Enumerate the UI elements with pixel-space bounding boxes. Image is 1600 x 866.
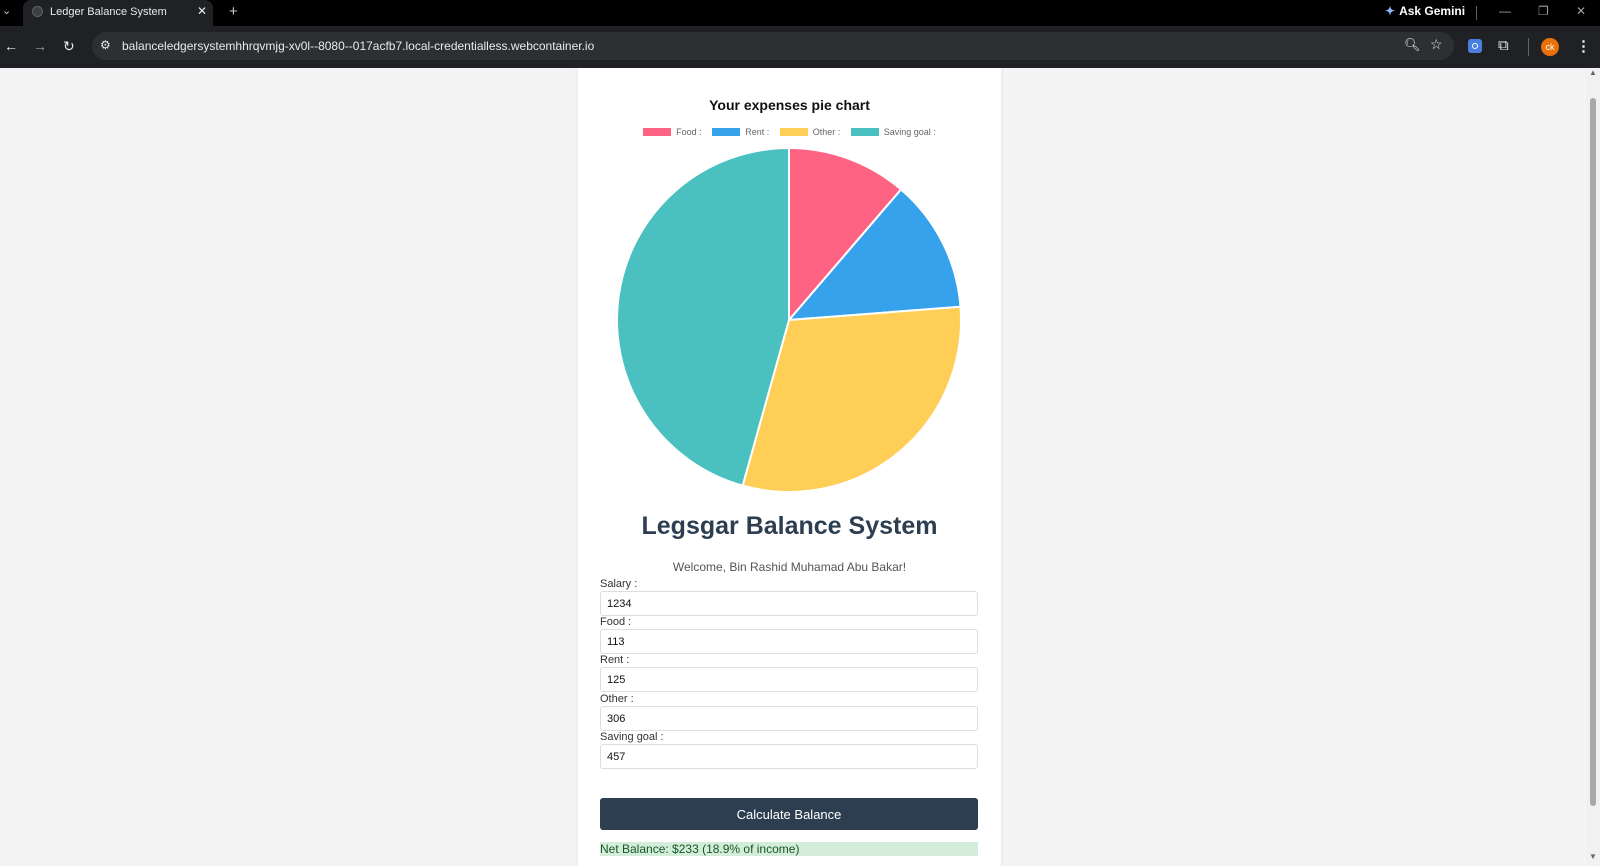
extension-icon[interactable] [1468, 39, 1482, 53]
divider [1476, 6, 1477, 20]
expenses-pie-chart[interactable] [613, 144, 965, 496]
legend-item-rent[interactable]: Rent : [712, 127, 769, 137]
zoom-icon[interactable]: 🔍︎ [1404, 37, 1421, 53]
legend-swatch [779, 128, 808, 136]
rent-input[interactable] [600, 667, 978, 692]
site-settings-icon[interactable]: ⚙ [100, 38, 111, 52]
food-label: Food : [600, 616, 632, 628]
saving-goal-input[interactable] [600, 744, 978, 769]
extensions-puzzle-icon[interactable]: ⧉ [1498, 37, 1509, 54]
gemini-icon: ✦ [1385, 4, 1396, 18]
new-tab-icon[interactable]: + [229, 3, 238, 20]
url-text[interactable]: balanceledgersystemhhrqvmjg-xv0l--8080--… [122, 39, 594, 53]
close-tab-icon[interactable]: ✕ [197, 4, 207, 18]
welcome-message: Welcome, Bin Rashid Muhamad Abu Bakar! [672, 560, 907, 574]
net-balance-result: Net Balance: $233 (18.9% of income) [600, 842, 978, 856]
rent-label: Rent : [600, 654, 630, 666]
salary-input[interactable] [600, 591, 978, 616]
legend-swatch [643, 128, 672, 136]
page-scrollbar[interactable]: ▲ ▼ [1586, 68, 1600, 866]
more-menu-icon[interactable]: ⋮ [1576, 37, 1591, 55]
legend-swatch [712, 128, 741, 136]
other-field: Other : [600, 692, 978, 731]
bookmark-star-icon[interactable]: ☆ [1430, 36, 1443, 53]
profile-avatar[interactable]: ck [1541, 38, 1559, 56]
restore-icon[interactable]: ❐ [1538, 4, 1549, 18]
page-viewport: Your expenses pie chart Food : Rent : Ot… [0, 68, 1586, 866]
back-icon[interactable]: ← [4, 38, 18, 54]
ask-gemini-label: Ask Gemini [1399, 4, 1466, 18]
rent-field: Rent : [600, 653, 978, 692]
saving-goal-label: Saving goal : [600, 731, 664, 743]
chart-legend: Food : Rent : Other : Saving goal : [578, 127, 1001, 137]
globe-icon [32, 6, 43, 17]
food-field: Food : [600, 615, 978, 654]
legend-label: Rent : [745, 127, 770, 137]
legend-item-food[interactable]: Food : [643, 127, 702, 137]
scroll-up-icon[interactable]: ▲ [1589, 68, 1597, 77]
tab-search-chevron-icon[interactable]: ⌄ [2, 4, 11, 17]
scroll-down-icon[interactable]: ▼ [1589, 852, 1597, 861]
browser-toolbar: ← → ↻ ⚙ balanceledgersystemhhrqvmjg-xv0l… [0, 26, 1600, 68]
legend-label: Other : [812, 127, 841, 137]
legend-item-saving-goal[interactable]: Saving goal : [850, 127, 936, 137]
legend-label: Saving goal : [883, 127, 936, 137]
salary-field: Salary : [600, 577, 978, 616]
browser-tab[interactable]: Ledger Balance System ✕ [23, 0, 213, 26]
address-bar[interactable]: ⚙ balanceledgersystemhhrqvmjg-xv0l--8080… [92, 32, 1454, 60]
food-input[interactable] [600, 629, 978, 654]
close-window-icon[interactable]: ✕ [1576, 4, 1586, 18]
scrollbar-thumb[interactable] [1590, 98, 1596, 806]
forward-icon[interactable]: → [33, 38, 47, 54]
saving-goal-field: Saving goal : [600, 730, 978, 769]
reload-icon[interactable]: ↻ [63, 38, 75, 55]
ask-gemini-button[interactable]: ✦ Ask Gemini [1385, 4, 1465, 18]
legend-swatch [850, 128, 879, 136]
salary-label: Salary : [600, 578, 638, 590]
page-title: Legsgar Balance System [641, 512, 938, 540]
chart-title: Your expenses pie chart [709, 97, 870, 113]
minimize-icon[interactable]: — [1499, 4, 1511, 18]
legend-label: Food : [676, 127, 702, 137]
calculate-balance-button[interactable]: Calculate Balance [600, 798, 978, 830]
legend-item-other[interactable]: Other : [779, 127, 841, 137]
other-label: Other : [600, 693, 634, 705]
divider [1528, 38, 1529, 56]
other-input[interactable] [600, 706, 978, 731]
app-container: Your expenses pie chart Food : Rent : Ot… [578, 68, 1001, 866]
tab-strip: ⌄ Ledger Balance System ✕ + ✦ Ask Gemini … [0, 0, 1600, 26]
tab-title: Ledger Balance System [50, 6, 167, 18]
